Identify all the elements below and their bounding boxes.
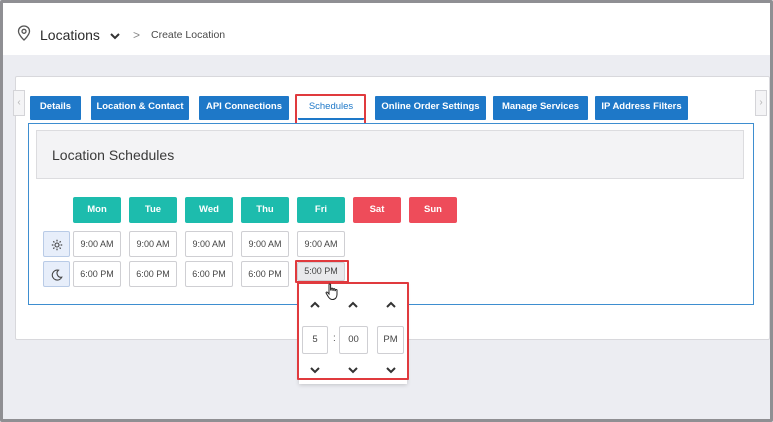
tab-api-connections[interactable]: API Connections: [199, 96, 289, 120]
tab-schedules[interactable]: Schedules: [298, 96, 364, 120]
chevron-down-icon[interactable]: [109, 31, 121, 41]
hour-field[interactable]: 5: [302, 326, 328, 354]
period-down-chevron-icon[interactable]: [385, 366, 397, 374]
open-time-row-button[interactable]: [43, 231, 70, 257]
tab-ip-address-filters[interactable]: IP Address Filters: [595, 96, 688, 120]
hour-up-chevron-icon[interactable]: [309, 301, 321, 309]
tab-online-order-settings[interactable]: Online Order Settings: [375, 96, 486, 120]
close-time-fri[interactable]: 5:00 PM: [297, 262, 345, 281]
hand-cursor-icon: [325, 283, 338, 301]
app-window: Locations > Create Location ‹ › Details …: [0, 0, 773, 422]
tabs-scroll-right-button[interactable]: ›: [755, 90, 767, 116]
period-toggle-button[interactable]: PM: [377, 326, 404, 354]
open-time-wed[interactable]: 9:00 AM: [185, 231, 233, 257]
close-time-row-button[interactable]: [43, 261, 70, 287]
close-time-thu[interactable]: 6:00 PM: [241, 261, 289, 287]
close-time-mon[interactable]: 6:00 PM: [73, 261, 121, 287]
header-bar: Locations > Create Location: [3, 3, 770, 55]
close-time-wed[interactable]: 6:00 PM: [185, 261, 233, 287]
day-fri[interactable]: Fri: [297, 197, 345, 223]
close-time-tue[interactable]: 6:00 PM: [129, 261, 177, 287]
day-thu[interactable]: Thu: [241, 197, 289, 223]
day-sat[interactable]: Sat: [353, 197, 401, 223]
day-wed[interactable]: Wed: [185, 197, 233, 223]
minute-field[interactable]: 00: [339, 326, 368, 354]
tab-details[interactable]: Details: [30, 96, 81, 120]
hour-down-chevron-icon[interactable]: [309, 366, 321, 374]
minute-down-chevron-icon[interactable]: [347, 366, 359, 374]
location-pin-icon: [17, 25, 31, 41]
page-title[interactable]: Locations: [40, 27, 100, 43]
breadcrumb-separator: >: [133, 28, 141, 42]
gear-icon: [51, 239, 63, 251]
open-time-tue[interactable]: 9:00 AM: [129, 231, 177, 257]
section-title: Location Schedules: [52, 147, 175, 163]
day-sun[interactable]: Sun: [409, 197, 457, 223]
breadcrumb-current: Create Location: [151, 29, 226, 41]
day-tue[interactable]: Tue: [129, 197, 177, 223]
day-mon[interactable]: Mon: [73, 197, 121, 223]
tab-manage-services[interactable]: Manage Services: [493, 96, 588, 120]
moon-icon: [51, 269, 63, 281]
open-time-thu[interactable]: 9:00 AM: [241, 231, 289, 257]
tab-location-contact[interactable]: Location & Contact: [91, 96, 189, 120]
tabs-scroll-left-button[interactable]: ‹: [13, 90, 25, 116]
minute-up-chevron-icon[interactable]: [347, 301, 359, 309]
time-separator: :: [333, 333, 336, 344]
open-time-fri[interactable]: 9:00 AM: [297, 231, 345, 257]
period-up-chevron-icon[interactable]: [385, 301, 397, 309]
open-time-mon[interactable]: 9:00 AM: [73, 231, 121, 257]
